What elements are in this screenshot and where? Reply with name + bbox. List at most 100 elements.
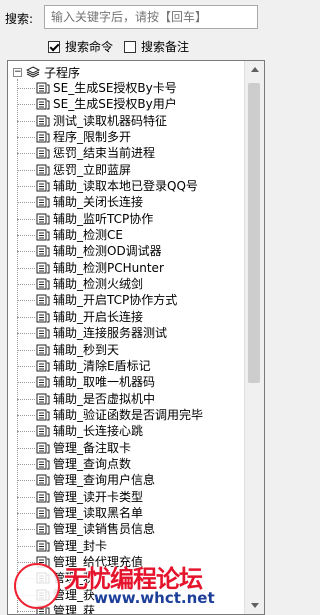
tree-branch-line [17, 202, 35, 204]
tree-root-node[interactable]: − 子程序 [13, 64, 80, 80]
tree-item[interactable]: SE_生成SE授权By用户 [8, 96, 243, 112]
tree-item[interactable]: 辅助_是否虚拟机中 [8, 391, 243, 407]
tree-branch-line [17, 382, 35, 384]
tree-branch-line [17, 284, 35, 286]
document-icon [36, 376, 50, 388]
tree-item-label: 测试_读取机器码特征 [53, 113, 168, 128]
tree-item[interactable]: 管理_查询点数 [8, 456, 243, 472]
document-icon [36, 311, 50, 323]
tree-item-label: 管理_封卡 [53, 538, 108, 553]
tree-item[interactable]: 辅助_开启长连接 [8, 309, 243, 325]
tree-item-label: 辅助_关闭长连接 [53, 195, 144, 210]
tree-item[interactable]: 辅助_开启TCP协作方式 [8, 292, 243, 308]
tree-item[interactable]: 管理_封卡 [8, 538, 243, 554]
tree-item[interactable]: 辅助_检测CE [8, 227, 243, 243]
stack-icon [26, 66, 40, 78]
arrow-down-icon [250, 603, 259, 608]
tree-branch-line [17, 88, 35, 89]
document-icon [36, 605, 50, 614]
tree-item-label: SE_生成SE授权By卡号 [53, 81, 177, 95]
search-notes-option[interactable]: 搜索备注 [124, 38, 189, 55]
tree-item[interactable]: 惩罚_结束当前进程 [8, 145, 243, 161]
tree-item[interactable]: 辅助_检测PCHunter [8, 260, 243, 276]
search-bar: 搜索: [0, 0, 268, 34]
tree-item[interactable]: 辅助_清除E盾标记 [8, 358, 243, 374]
tree-branch-line [17, 267, 35, 269]
tree-item[interactable]: 管理_给代理充值 [8, 554, 243, 570]
subroutine-tree[interactable]: − 子程序 SE_生成SE授权By卡号 SE_生成SE授权By用户 测试_读取机器码… [7, 60, 265, 615]
tree-item-label: 辅助_开启TCP协作方式 [53, 293, 178, 308]
document-icon [36, 229, 50, 241]
tree-item-label: 辅助_秒到天 [53, 342, 120, 357]
search-commands-checkbox[interactable] [48, 40, 60, 53]
document-icon [36, 409, 50, 421]
tree-item[interactable]: 惩罚_立即蓝屏 [8, 162, 243, 178]
tree-branch-line [17, 447, 35, 449]
document-icon [36, 245, 50, 257]
tree-branch-line [17, 398, 35, 400]
scroll-thumb[interactable] [248, 83, 260, 383]
document-icon [36, 164, 50, 176]
document-icon [36, 147, 50, 159]
scroll-up-button[interactable] [245, 61, 264, 78]
tree-item[interactable]: 辅助_验证函数是否调用完毕 [8, 407, 243, 423]
search-commands-option[interactable]: 搜索命令 [48, 38, 113, 55]
tree-item-label: 辅助_检测OD调试器 [53, 244, 162, 259]
scroll-down-button[interactable] [245, 597, 264, 614]
tree-item[interactable]: 辅助_监听TCP协作 [8, 211, 243, 227]
tree-item-label: 辅助_连接服务器测试 [53, 326, 168, 341]
tree-item-label: 程序_限制多开 [53, 130, 132, 145]
tree-item[interactable]: 辅助_长连接心跳 [8, 423, 243, 439]
tree-item[interactable]: 管理_读取黑名单 [8, 505, 243, 521]
tree-item[interactable]: SE_生成SE授权By卡号 [8, 80, 243, 96]
tree-branch-line [17, 611, 35, 612]
tree-branch-line [17, 300, 35, 302]
vertical-scrollbar[interactable] [244, 61, 264, 614]
tree-item[interactable]: 辅助_取唯一机器码 [8, 374, 243, 390]
tree-branch-line [17, 512, 35, 514]
document-icon [36, 98, 50, 110]
tree-item[interactable]: 管理_获 [8, 587, 243, 603]
search-input[interactable] [44, 5, 258, 29]
tree-item[interactable]: 管理_读销售员信息 [8, 521, 243, 537]
tree-item[interactable]: 程序_限制多开 [8, 129, 243, 145]
tree-item[interactable]: 管理_读开卡类型 [8, 489, 243, 505]
tree-item[interactable]: 管理_查询用户信息 [8, 472, 243, 488]
tree-item-label: 辅助_检测PCHunter [53, 260, 164, 275]
document-icon [36, 344, 50, 356]
tree-item[interactable]: 辅助_检测火绒剑 [8, 276, 243, 292]
tree-item-label: 辅助_取唯一机器码 [53, 375, 156, 390]
document-icon [36, 458, 50, 470]
document-icon [36, 262, 50, 274]
tree-branch-line [17, 349, 35, 351]
document-icon [36, 82, 50, 94]
tree-item[interactable]: 管理_备注取卡 [8, 440, 243, 456]
tree-item-label: 辅助_监听TCP协作 [53, 211, 154, 226]
tree-item[interactable]: 测试_读取机器码特征 [8, 113, 243, 129]
tree-item-label: 辅助_检测火绒剑 [53, 277, 144, 292]
collapse-icon[interactable]: − [13, 67, 22, 77]
tree-item[interactable]: 管理_获 [8, 570, 243, 586]
tree-item[interactable]: 管理_获 [8, 603, 243, 614]
tree-item-label: 管理_给代理充值 [53, 554, 144, 569]
tree-item[interactable]: 辅助_检测OD调试器 [8, 243, 243, 259]
tree-item[interactable]: 辅助_秒到天 [8, 342, 243, 358]
tree-item-list: SE_生成SE授权By卡号 SE_生成SE授权By用户 测试_读取机器码特征 程序_限… [8, 80, 243, 614]
tree-branch-line [17, 561, 35, 563]
search-commands-label: 搜索命令 [65, 40, 114, 54]
document-icon [36, 556, 50, 568]
tree-item[interactable]: 辅助_关闭长连接 [8, 194, 243, 210]
tree-item[interactable]: 辅助_连接服务器测试 [8, 325, 243, 341]
search-notes-checkbox[interactable] [124, 40, 136, 53]
tree-item-label: 辅助_是否虚拟机中 [53, 391, 156, 406]
search-options: 搜索命令 搜索备注 [0, 36, 268, 56]
tree-item-label: SE_生成SE授权By用户 [53, 97, 177, 112]
tree-item-label: 管理_读取黑名单 [53, 505, 144, 520]
document-icon [36, 474, 50, 486]
tree-item-label: 辅助_长连接心跳 [53, 424, 144, 439]
tree-branch-line [17, 529, 35, 531]
tree-branch-line [17, 316, 35, 318]
document-icon [36, 425, 50, 437]
document-icon [36, 115, 50, 127]
tree-item[interactable]: 辅助_读取本地已登录QQ号 [8, 178, 243, 194]
